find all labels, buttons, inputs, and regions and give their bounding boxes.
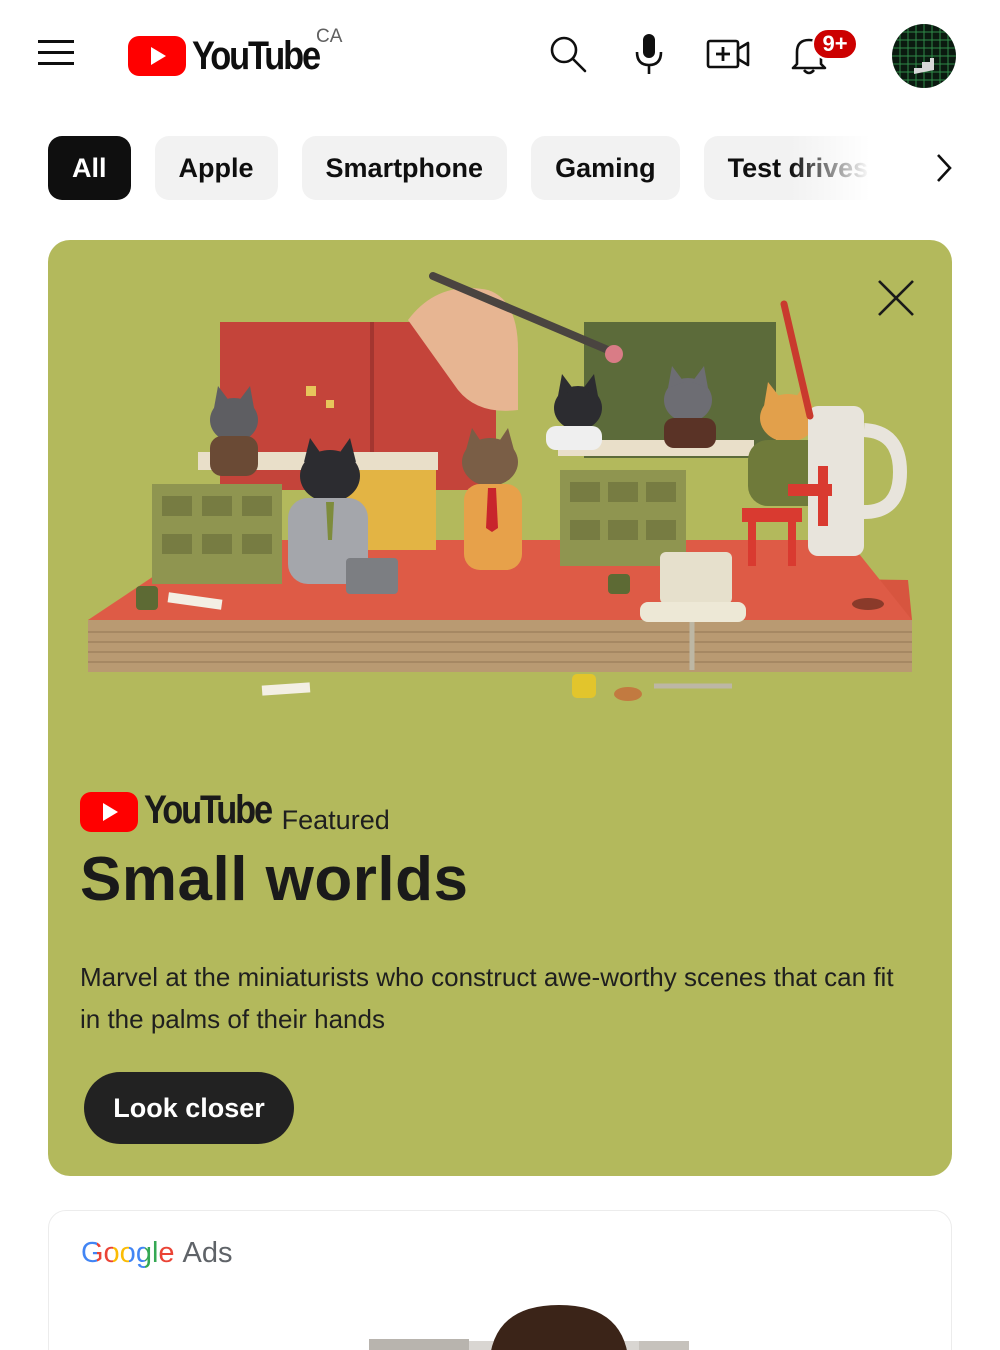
- featured-brand: YouTube Featured: [80, 788, 390, 835]
- featured-description: Marvel at the miniaturists who construct…: [80, 962, 894, 1034]
- category-chips: All Apple Smartphone Gaming Test drives: [48, 136, 878, 200]
- chip-apple[interactable]: Apple: [154, 136, 278, 200]
- country-code: CA: [316, 26, 343, 47]
- google-wordmark: Google: [81, 1237, 175, 1269]
- notification-badge: 9+: [812, 28, 858, 60]
- chips-fade: [790, 136, 890, 200]
- youtube-wordmark: YouTube: [192, 33, 321, 78]
- google-ads-logo: Google Ads: [81, 1237, 233, 1270]
- chip-all[interactable]: All: [48, 136, 131, 200]
- chip-gaming[interactable]: Gaming: [531, 136, 680, 200]
- youtube-play-icon: [128, 36, 186, 76]
- youtube-play-icon: [80, 792, 138, 832]
- chevron-right-icon[interactable]: [922, 146, 966, 190]
- featured-title: Small worlds: [80, 845, 469, 914]
- ads-wordmark: Ads: [182, 1237, 233, 1269]
- featured-illustration: [88, 272, 912, 701]
- ad-card[interactable]: Google Ads: [48, 1210, 952, 1350]
- chip-smartphone[interactable]: Smartphone: [301, 136, 508, 200]
- close-icon[interactable]: [868, 270, 924, 326]
- microphone-icon[interactable]: [625, 30, 673, 78]
- top-bar: YouTube CA 9+: [0, 0, 1000, 110]
- search-icon[interactable]: [544, 30, 592, 78]
- avatar[interactable]: [892, 24, 956, 88]
- featured-label: Featured: [281, 805, 390, 835]
- create-video-icon[interactable]: [704, 30, 752, 78]
- featured-wordmark: YouTube: [144, 788, 273, 832]
- ad-image: [369, 1305, 689, 1350]
- menu-icon[interactable]: [36, 36, 76, 68]
- youtube-logo[interactable]: YouTube: [128, 34, 340, 78]
- look-closer-button[interactable]: Look closer: [84, 1072, 294, 1144]
- featured-card[interactable]: YouTube Featured Small worlds Marvel at …: [48, 240, 952, 1176]
